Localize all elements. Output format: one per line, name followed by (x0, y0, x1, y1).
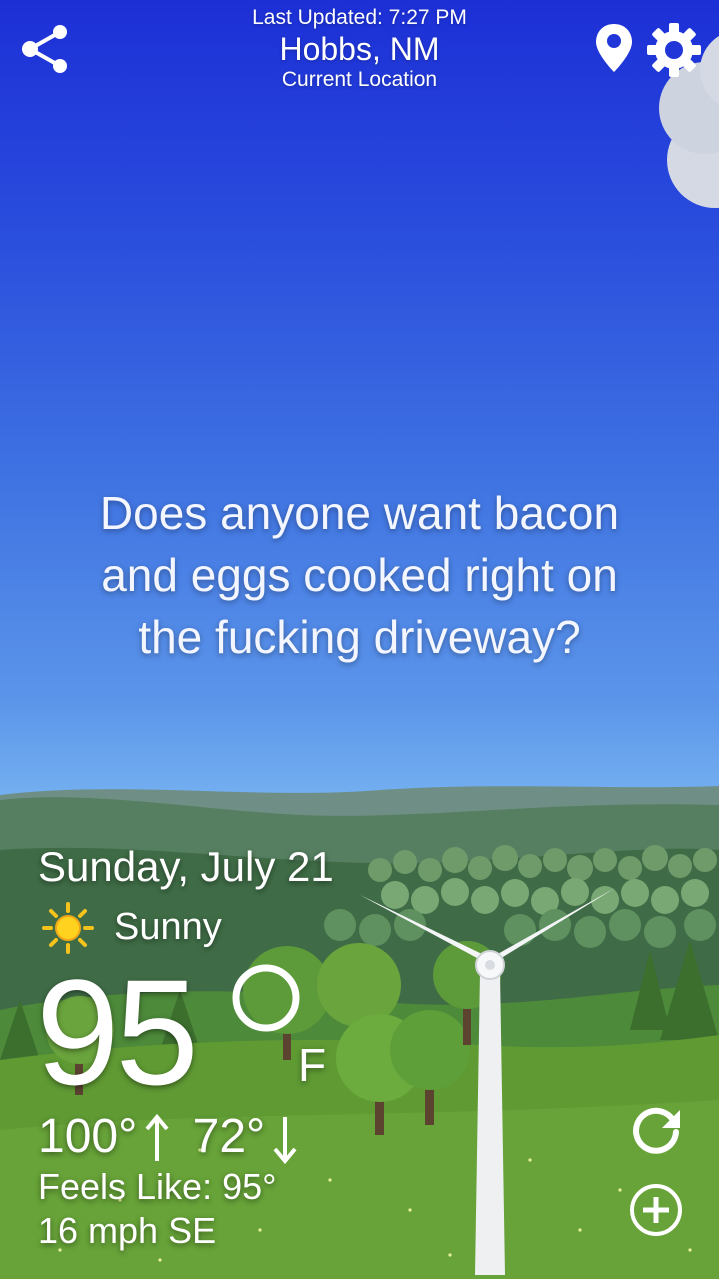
low-temperature: 72° (192, 1110, 266, 1163)
last-updated: Last Updated: 7:27 PM (252, 6, 467, 29)
location-header: Last Updated: 7:27 PM Hobbs, NM Current … (150, 6, 569, 92)
settings-button[interactable] (646, 22, 702, 78)
location-label: Current Location (281, 68, 438, 91)
location-button[interactable] (594, 22, 634, 74)
message-line-1: Does anyone want bacon (99, 487, 620, 539)
degree-symbol (232, 964, 300, 1032)
high-temperature: 100° (38, 1110, 138, 1163)
refresh-button[interactable] (628, 1100, 684, 1156)
share-button[interactable] (18, 22, 72, 76)
gear-icon (647, 23, 701, 77)
wind-info: 16 mph SE (38, 1210, 217, 1251)
arrow-up-icon (145, 1114, 169, 1162)
refresh-icon (633, 1107, 680, 1154)
message-line-3: the fucking driveway? (138, 611, 581, 663)
message-line-2: and eggs cooked right on (101, 549, 618, 601)
feels-like: Feels Like: 95° (38, 1166, 277, 1207)
temperature-unit: F (298, 1039, 327, 1091)
location-pin-icon (596, 24, 632, 72)
city-name[interactable]: Hobbs, NM (150, 30, 569, 68)
add-location-button[interactable] (628, 1182, 684, 1238)
condition-label: Sunny (114, 906, 222, 948)
weather-message: Does anyone want bacon and eggs cooked r… (30, 482, 689, 668)
forecast-date: Sunday, July 21 (38, 843, 334, 890)
share-icon (22, 25, 67, 73)
sun-icon (42, 902, 94, 954)
arrow-down-icon (273, 1117, 297, 1165)
high-low: 100° 72° (38, 1108, 307, 1166)
add-circle-icon (630, 1184, 682, 1236)
current-temperature: 95 (36, 948, 199, 1116)
